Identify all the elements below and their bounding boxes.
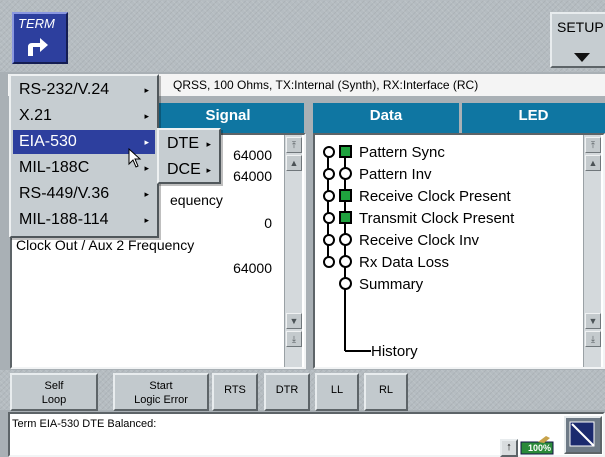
status-text: Term EIA-530 DTE Balanced: xyxy=(12,418,157,430)
status-area: Term EIA-530 DTE Balanced: ↑ 100% xyxy=(8,412,605,457)
led-label: Summary xyxy=(359,276,424,293)
menu-item-x21[interactable]: X.21 ▸ xyxy=(13,104,155,128)
submenu-item-label: DTE xyxy=(167,135,199,152)
dtr-button[interactable]: DTR xyxy=(264,373,310,411)
scroll-up-arrow-icon[interactable]: ↑ xyxy=(500,439,518,457)
signal-value: 64000 xyxy=(233,260,272,276)
led-label: Rx Data Loss xyxy=(359,254,450,271)
term-button[interactable]: TERM xyxy=(12,12,68,64)
signal-value: 0 xyxy=(264,215,272,231)
self-loop-label-2: Loop xyxy=(41,394,67,406)
led-indicator xyxy=(339,167,352,180)
history-indicator xyxy=(323,168,335,180)
battery-icon: 100% xyxy=(520,436,556,456)
history-indicator xyxy=(323,234,335,246)
menu-item-rs449[interactable]: RS-449/V.36 ▸ xyxy=(13,182,155,206)
chevron-right-icon: ▸ xyxy=(144,137,149,147)
scroll-bottom-icon[interactable]: ⤓ xyxy=(286,331,302,347)
setup-label: SETUP xyxy=(557,19,604,35)
direction-submenu: DTE ▸ DCE ▸ xyxy=(157,128,221,184)
led-label: Receive Clock Present xyxy=(359,188,511,205)
submenu-item-dce[interactable]: DCE ▸ xyxy=(161,158,217,182)
tab-data[interactable]: Data xyxy=(313,103,459,133)
led-indicator xyxy=(339,277,352,290)
chevron-right-icon: ▸ xyxy=(144,215,149,225)
mouse-cursor-icon xyxy=(128,147,142,173)
scroll-top-icon[interactable]: ⤒ xyxy=(585,137,601,153)
tab-led[interactable]: LED xyxy=(462,103,605,133)
rl-button[interactable]: RL xyxy=(364,373,408,411)
setup-button[interactable]: SETUP xyxy=(550,12,605,68)
battery-level: 100% xyxy=(528,443,552,453)
led-label: Receive Clock Inv xyxy=(359,232,480,249)
chevron-down-icon xyxy=(574,50,590,68)
chevron-right-icon: ▸ xyxy=(144,163,149,173)
menu-item-label: MIL-188-114 xyxy=(19,211,109,228)
submenu-item-label: DCE xyxy=(167,161,201,178)
signal-label: equency xyxy=(170,192,223,208)
scroll-top-icon[interactable]: ⤒ xyxy=(286,137,302,153)
led-indicator xyxy=(339,211,352,224)
term-label: TERM xyxy=(18,16,55,31)
menu-item-label: MIL-188C xyxy=(19,159,90,176)
chevron-right-icon: ▸ xyxy=(144,111,149,121)
led-indicator xyxy=(339,255,352,268)
led-scrollbar[interactable]: ⤒ ▲ ▼ ⤓ xyxy=(583,135,601,367)
self-loop-button[interactable]: Self Loop xyxy=(10,373,98,411)
led-indicator xyxy=(339,189,352,202)
chevron-right-icon: ▸ xyxy=(206,165,211,175)
menu-item-mil188-114[interactable]: MIL-188-114 ▸ xyxy=(13,208,155,232)
led-panel: Pattern Sync Pattern Inv Receive Clock P… xyxy=(313,133,605,369)
menu-item-label: EIA-530 xyxy=(19,133,77,150)
menu-item-label: RS-449/V.36 xyxy=(19,185,110,202)
scroll-up-icon[interactable]: ▲ xyxy=(585,155,601,171)
start-logic-error-button[interactable]: Start Logic Error xyxy=(113,373,209,411)
led-indicator xyxy=(339,145,352,158)
self-loop-label-1: Self xyxy=(44,380,64,392)
signal-scrollbar[interactable]: ⤒ ▲ ▼ ⤓ xyxy=(284,135,302,367)
return-arrow-icon xyxy=(24,36,50,63)
logic-error-label-1: Start xyxy=(149,380,173,392)
submenu-item-dte[interactable]: DTE ▸ xyxy=(161,132,217,156)
menu-item-label: RS-232/V.24 xyxy=(19,81,110,98)
history-label: History xyxy=(371,343,418,360)
interface-icon[interactable] xyxy=(564,416,602,454)
history-indicator xyxy=(323,256,335,268)
scroll-up-icon[interactable]: ▲ xyxy=(286,155,302,171)
history-indicator xyxy=(323,190,335,202)
led-indicator xyxy=(339,233,352,246)
led-label: Pattern Inv xyxy=(359,166,432,183)
led-label: Pattern Sync xyxy=(359,144,445,161)
logic-error-label-2: Logic Error xyxy=(134,394,188,406)
history-indicator xyxy=(323,212,335,224)
scroll-down-icon[interactable]: ▼ xyxy=(286,313,302,329)
top-bar xyxy=(0,0,605,72)
ll-button[interactable]: LL xyxy=(315,373,359,411)
scroll-bottom-icon[interactable]: ⤓ xyxy=(585,331,601,347)
chevron-right-icon: ▸ xyxy=(144,189,149,199)
history-indicator xyxy=(323,146,335,158)
scroll-down-icon[interactable]: ▼ xyxy=(585,313,601,329)
chevron-right-icon: ▸ xyxy=(206,139,211,149)
signal-label: Clock Out / Aux 2 Frequency xyxy=(16,237,195,253)
chevron-right-icon: ▸ xyxy=(144,85,149,95)
rts-button[interactable]: RTS xyxy=(212,373,258,411)
led-label: Transmit Clock Present xyxy=(359,210,515,227)
menu-item-label: X.21 xyxy=(19,107,52,124)
menu-item-rs232[interactable]: RS-232/V.24 ▸ xyxy=(13,78,155,102)
